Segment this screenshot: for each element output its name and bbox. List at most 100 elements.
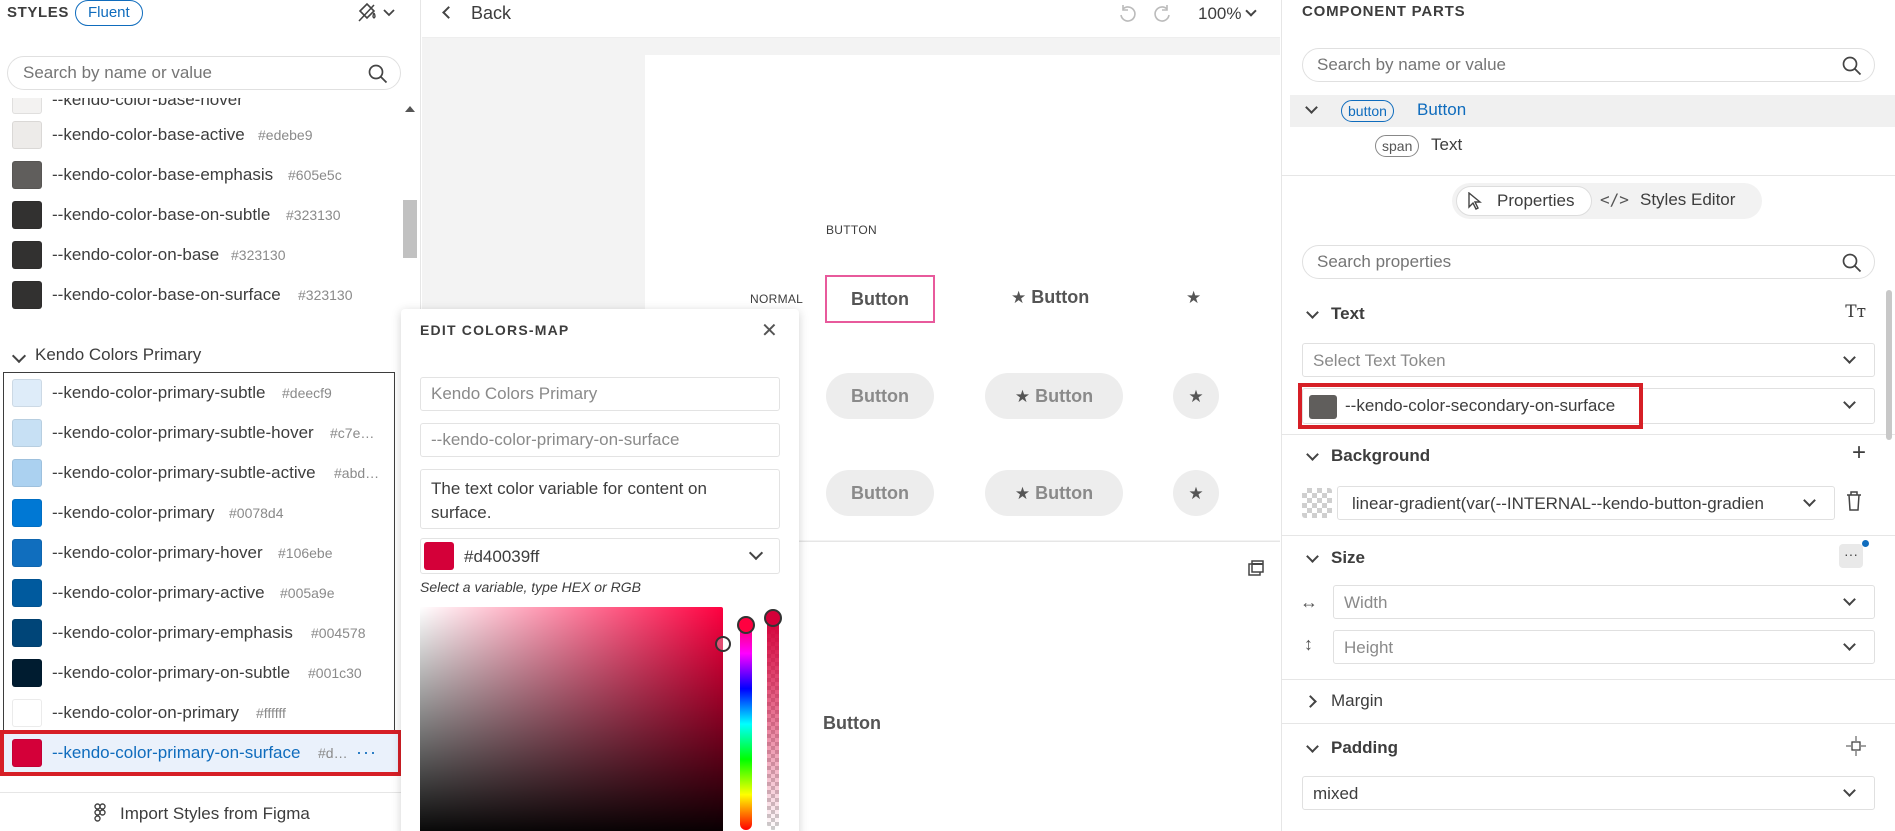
list-item[interactable]: --kendo-color-on-primary #ffffff (0, 693, 400, 733)
color-swatch (12, 539, 42, 567)
text-size-icon[interactable]: Tт (1845, 302, 1866, 322)
search-icon[interactable] (1842, 253, 1862, 278)
list-item[interactable]: --kendo-color-primary #0078d4 (0, 493, 400, 533)
section-margin[interactable]: Margin (1282, 687, 1895, 717)
styles-search-input[interactable] (23, 63, 353, 83)
list-item[interactable]: --kendo-color-primary-subtle-active #abd… (0, 453, 400, 493)
pointer-icon (1467, 191, 1483, 215)
list-item[interactable]: --kendo-color-base-emphasis #605e5c (0, 155, 400, 195)
search-icon[interactable] (1842, 56, 1862, 81)
more-icon[interactable]: ··· (1839, 544, 1863, 568)
variable-name: --kendo-color-base-active (52, 125, 245, 144)
gradient-handle[interactable] (715, 636, 731, 652)
preview-button-rounded-star[interactable]: ★ (1173, 373, 1219, 419)
dropdown-placeholder: Select Text Token (1313, 351, 1446, 370)
section-size[interactable]: Size ··· (1282, 540, 1895, 574)
background-dropdown[interactable]: linear-gradient(var(--INTERNAL--kendo-bu… (1337, 486, 1835, 520)
import-figma-button[interactable]: Import Styles from Figma (0, 792, 420, 831)
section-padding[interactable]: Padding (1282, 734, 1895, 764)
paint-bucket-dropdown[interactable] (356, 2, 400, 24)
color-swatch (12, 201, 42, 229)
hue-handle[interactable] (737, 616, 755, 634)
preview-button-icon-text[interactable]: ★ Button (1011, 287, 1089, 308)
scroll-up-icon[interactable] (405, 106, 415, 112)
group-header-primary[interactable]: Kendo Colors Primary (0, 338, 400, 372)
preview-button-rounded[interactable]: Button (826, 470, 934, 516)
styles-search[interactable] (7, 56, 401, 90)
back-button[interactable]: Back (442, 3, 511, 24)
color-swatch (12, 379, 42, 407)
width-dropdown[interactable]: Width (1333, 585, 1875, 619)
list-item[interactable]: --kendo-color-base-on-subtle #323130 (0, 195, 400, 235)
popup-title: EDIT COLORS-MAP (420, 322, 570, 338)
redo-icon[interactable] (1151, 3, 1173, 25)
alpha-handle[interactable] (764, 609, 782, 627)
preview-button-icon-only[interactable]: ★ (1186, 287, 1201, 308)
properties-search[interactable] (1302, 245, 1875, 279)
list-item[interactable]: --kendo-color-on-base #323130 (0, 235, 400, 275)
preview-button-rounded-star[interactable]: ★ (1173, 470, 1219, 516)
parts-search-input[interactable] (1317, 55, 1817, 75)
variable-name: --kendo-color-primary-subtle-hover (52, 423, 314, 442)
variable-name-field[interactable]: --kendo-color-primary-on-surface (420, 423, 780, 457)
description-field[interactable]: The text color variable for content on s… (420, 469, 780, 529)
preview-button-rounded-icon[interactable]: ★ Button (985, 373, 1123, 419)
saturation-gradient[interactable] (420, 607, 723, 831)
trash-icon[interactable] (1845, 490, 1863, 517)
width-arrows-icon: ↔ (1300, 592, 1318, 612)
color-swatch (12, 579, 42, 607)
tree-item-label: Text (1431, 135, 1463, 154)
color-value-dropdown[interactable]: #d40039ff (420, 538, 780, 574)
list-item[interactable]: --kendo-color-base-active #edebe9 (0, 115, 400, 155)
popout-icon[interactable] (1248, 560, 1264, 576)
center-toolbar: Back 100% (422, 0, 1280, 38)
variable-name: --kendo-color-primary-hover (52, 543, 263, 562)
color-hint: Select a variable, type HEX or RGB (420, 579, 641, 595)
scroll-thumb[interactable] (1886, 290, 1892, 440)
tree-item-text[interactable]: span Text (1290, 130, 1895, 162)
list-item[interactable]: --kendo-color-primary-subtle-hover #c7e… (0, 413, 400, 453)
properties-scrollbar[interactable] (1884, 290, 1894, 490)
list-item[interactable]: --kendo-color-base-on-surface #323130 (0, 275, 400, 315)
text-token-dropdown[interactable]: Select Text Token (1302, 343, 1875, 377)
preview-button-outline[interactable]: Button (825, 275, 935, 323)
group-field[interactable]: Kendo Colors Primary (420, 377, 780, 411)
hue-slider[interactable] (740, 618, 752, 830)
background-value: linear-gradient(var(--INTERNAL--kendo-bu… (1352, 494, 1764, 513)
padding-dropdown[interactable]: mixed (1302, 776, 1875, 810)
tab-properties[interactable]: Properties (1456, 186, 1592, 216)
star-icon: ★ (1011, 288, 1027, 307)
section-background[interactable]: Background + (1282, 439, 1895, 472)
color-swatch (12, 659, 42, 687)
properties-search-input[interactable] (1317, 252, 1817, 272)
undo-icon[interactable] (1117, 3, 1139, 25)
list-item[interactable]: --kendo-color-primary-hover #106ebe (0, 533, 400, 573)
column-label: BUTTON (826, 223, 877, 237)
search-icon[interactable] (368, 64, 388, 89)
chevron-down-icon (1843, 351, 1856, 364)
tree-item-button[interactable]: button Button (1290, 95, 1895, 127)
theme-chip[interactable]: Fluent (75, 0, 143, 26)
list-item[interactable]: --kendo-color-primary-active #005a9e (0, 573, 400, 613)
padding-icon[interactable] (1846, 736, 1866, 761)
color-swatch (12, 419, 42, 447)
preview-lower-button[interactable]: Button (823, 713, 881, 734)
add-icon[interactable]: + (1852, 439, 1866, 467)
parts-search[interactable] (1302, 48, 1875, 82)
variable-hex: #004578 (311, 625, 366, 641)
color-swatch (12, 281, 42, 309)
list-item[interactable]: --kendo-color-primary-emphasis #004578 (0, 613, 400, 653)
section-text[interactable]: Text Tт (1282, 300, 1895, 330)
preview-button-rounded-icon[interactable]: ★ Button (985, 470, 1123, 516)
alpha-slider[interactable] (767, 618, 779, 830)
list-item[interactable]: --kendo-color-primary-on-subtle #001c30 (0, 653, 400, 693)
chevron-down-icon[interactable] (1305, 101, 1318, 114)
height-dropdown[interactable]: Height (1333, 630, 1875, 664)
section-title: Padding (1331, 738, 1399, 757)
close-icon[interactable]: ✕ (761, 321, 778, 341)
preview-button-rounded[interactable]: Button (826, 373, 934, 419)
color-swatch (12, 619, 42, 647)
scroll-thumb[interactable] (403, 200, 417, 258)
zoom-dropdown[interactable]: 100% (1198, 4, 1258, 24)
list-item[interactable]: --kendo-color-primary-subtle #deecf9 (0, 373, 400, 413)
